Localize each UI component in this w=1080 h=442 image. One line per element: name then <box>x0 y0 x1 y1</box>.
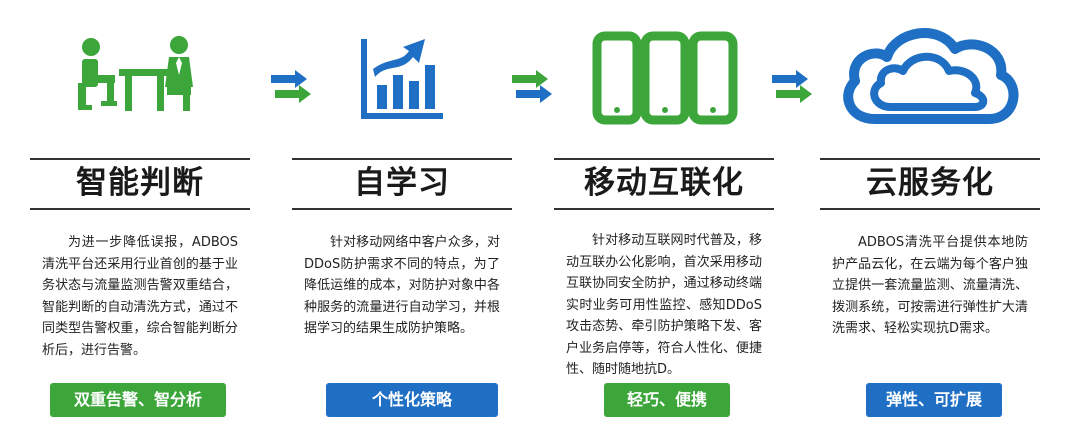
meeting-people-icon <box>30 20 250 135</box>
feature-badge: 双重告警、智分析 <box>50 383 226 417</box>
divider-bottom <box>292 208 512 210</box>
feature-title: 移动互联化 <box>584 165 744 201</box>
feature-card-self-learning: 自学习 针对移动网络中客户众多，对DDoS防护需求不同的特点，为了降低运维的成本… <box>292 0 512 442</box>
feature-card-cloud-service: 云服务化 ADBOS清洗平台提供本地防护产品云化，在云端为每个客户独立提供一套流… <box>820 0 1040 442</box>
feature-description: 针对移动网络中客户众多，对DDoS防护需求不同的特点，为了降低运维的成本，对防护… <box>304 235 500 336</box>
divider-bottom <box>820 208 1040 210</box>
feature-card-mobile-internet: 移动互联化 针对移动互联网时代普及，移动互联办公化影响，首次采用移动互联协同安全… <box>554 0 774 442</box>
feature-title: 自学习 <box>354 165 450 201</box>
feature-badge: 轻巧、便携 <box>604 383 730 417</box>
feature-badge: 弹性、可扩展 <box>866 383 1002 417</box>
cloud-icon <box>820 20 1040 135</box>
feature-title: 云服务化 <box>866 165 994 201</box>
feature-card-smart-judgment: 智能判断 为进一步降低误报，ADBOS清洗平台还采用行业首创的基于业务状态与流量… <box>30 0 250 442</box>
feature-title: 智能判断 <box>76 165 204 201</box>
divider-bottom <box>30 208 250 210</box>
feature-description: 为进一步降低误报，ADBOS清洗平台还采用行业首创的基于业务状态与流量监测告警双… <box>42 235 238 358</box>
feature-description: 针对移动互联网时代普及，移动互联办公化影响，首次采用移动互联协同安全防护，通过移… <box>566 233 762 377</box>
feature-badge: 个性化策略 <box>326 383 498 417</box>
double-arrow-icon <box>512 70 552 103</box>
growth-chart-icon <box>292 20 512 135</box>
mobile-devices-icon <box>554 20 774 135</box>
divider-bottom <box>554 208 774 210</box>
double-arrow-icon <box>772 70 812 103</box>
feature-description: ADBOS清洗平台提供本地防护产品云化，在云端为每个客户独立提供一套流量监测、流… <box>832 235 1028 336</box>
